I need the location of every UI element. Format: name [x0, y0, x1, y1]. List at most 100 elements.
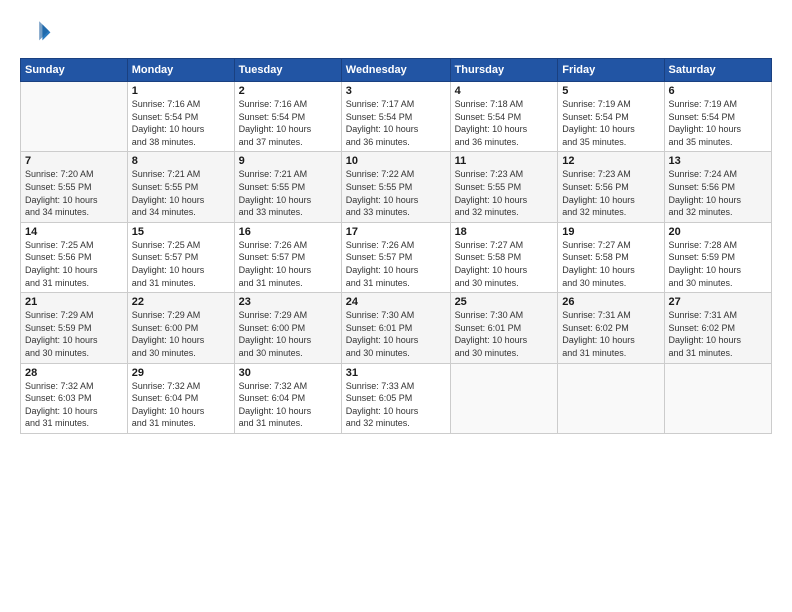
- day-info: Sunrise: 7:16 AM Sunset: 5:54 PM Dayligh…: [239, 98, 337, 148]
- day-number: 3: [346, 85, 446, 97]
- day-number: 15: [132, 226, 230, 238]
- day-number: 19: [562, 226, 659, 238]
- header-row: SundayMondayTuesdayWednesdayThursdayFrid…: [21, 59, 772, 82]
- day-cell: 10Sunrise: 7:22 AM Sunset: 5:55 PM Dayli…: [341, 152, 450, 222]
- day-info: Sunrise: 7:19 AM Sunset: 5:54 PM Dayligh…: [669, 98, 767, 148]
- week-row-3: 14Sunrise: 7:25 AM Sunset: 5:56 PM Dayli…: [21, 222, 772, 292]
- week-row-1: 1Sunrise: 7:16 AM Sunset: 5:54 PM Daylig…: [21, 82, 772, 152]
- day-info: Sunrise: 7:24 AM Sunset: 5:56 PM Dayligh…: [669, 168, 767, 218]
- day-info: Sunrise: 7:32 AM Sunset: 6:04 PM Dayligh…: [239, 380, 337, 430]
- day-info: Sunrise: 7:22 AM Sunset: 5:55 PM Dayligh…: [346, 168, 446, 218]
- day-number: 5: [562, 85, 659, 97]
- day-info: Sunrise: 7:33 AM Sunset: 6:05 PM Dayligh…: [346, 380, 446, 430]
- day-cell: 27Sunrise: 7:31 AM Sunset: 6:02 PM Dayli…: [664, 293, 771, 363]
- day-cell: [664, 363, 771, 433]
- day-cell: [450, 363, 558, 433]
- day-cell: 17Sunrise: 7:26 AM Sunset: 5:57 PM Dayli…: [341, 222, 450, 292]
- page: SundayMondayTuesdayWednesdayThursdayFrid…: [0, 0, 792, 612]
- day-info: Sunrise: 7:31 AM Sunset: 6:02 PM Dayligh…: [562, 309, 659, 359]
- day-cell: 19Sunrise: 7:27 AM Sunset: 5:58 PM Dayli…: [558, 222, 664, 292]
- logo-icon: [20, 18, 52, 50]
- day-info: Sunrise: 7:23 AM Sunset: 5:55 PM Dayligh…: [455, 168, 554, 218]
- week-row-4: 21Sunrise: 7:29 AM Sunset: 5:59 PM Dayli…: [21, 293, 772, 363]
- day-cell: 14Sunrise: 7:25 AM Sunset: 5:56 PM Dayli…: [21, 222, 128, 292]
- day-info: Sunrise: 7:32 AM Sunset: 6:03 PM Dayligh…: [25, 380, 123, 430]
- day-cell: 2Sunrise: 7:16 AM Sunset: 5:54 PM Daylig…: [234, 82, 341, 152]
- day-info: Sunrise: 7:25 AM Sunset: 5:56 PM Dayligh…: [25, 239, 123, 289]
- day-cell: 1Sunrise: 7:16 AM Sunset: 5:54 PM Daylig…: [127, 82, 234, 152]
- day-cell: 8Sunrise: 7:21 AM Sunset: 5:55 PM Daylig…: [127, 152, 234, 222]
- week-row-2: 7Sunrise: 7:20 AM Sunset: 5:55 PM Daylig…: [21, 152, 772, 222]
- day-cell: 12Sunrise: 7:23 AM Sunset: 5:56 PM Dayli…: [558, 152, 664, 222]
- day-info: Sunrise: 7:30 AM Sunset: 6:01 PM Dayligh…: [455, 309, 554, 359]
- day-cell: 26Sunrise: 7:31 AM Sunset: 6:02 PM Dayli…: [558, 293, 664, 363]
- day-info: Sunrise: 7:32 AM Sunset: 6:04 PM Dayligh…: [132, 380, 230, 430]
- day-cell: 13Sunrise: 7:24 AM Sunset: 5:56 PM Dayli…: [664, 152, 771, 222]
- day-cell: 21Sunrise: 7:29 AM Sunset: 5:59 PM Dayli…: [21, 293, 128, 363]
- day-cell: 31Sunrise: 7:33 AM Sunset: 6:05 PM Dayli…: [341, 363, 450, 433]
- day-cell: 4Sunrise: 7:18 AM Sunset: 5:54 PM Daylig…: [450, 82, 558, 152]
- day-cell: 7Sunrise: 7:20 AM Sunset: 5:55 PM Daylig…: [21, 152, 128, 222]
- day-cell: 25Sunrise: 7:30 AM Sunset: 6:01 PM Dayli…: [450, 293, 558, 363]
- day-number: 30: [239, 367, 337, 379]
- day-cell: 5Sunrise: 7:19 AM Sunset: 5:54 PM Daylig…: [558, 82, 664, 152]
- day-number: 14: [25, 226, 123, 238]
- day-info: Sunrise: 7:31 AM Sunset: 6:02 PM Dayligh…: [669, 309, 767, 359]
- col-header-thursday: Thursday: [450, 59, 558, 82]
- day-info: Sunrise: 7:18 AM Sunset: 5:54 PM Dayligh…: [455, 98, 554, 148]
- day-number: 1: [132, 85, 230, 97]
- day-cell: 11Sunrise: 7:23 AM Sunset: 5:55 PM Dayli…: [450, 152, 558, 222]
- day-info: Sunrise: 7:21 AM Sunset: 5:55 PM Dayligh…: [132, 168, 230, 218]
- day-info: Sunrise: 7:20 AM Sunset: 5:55 PM Dayligh…: [25, 168, 123, 218]
- day-cell: 24Sunrise: 7:30 AM Sunset: 6:01 PM Dayli…: [341, 293, 450, 363]
- day-cell: 29Sunrise: 7:32 AM Sunset: 6:04 PM Dayli…: [127, 363, 234, 433]
- col-header-sunday: Sunday: [21, 59, 128, 82]
- day-cell: [558, 363, 664, 433]
- day-number: 22: [132, 296, 230, 308]
- day-number: 11: [455, 155, 554, 167]
- day-cell: 20Sunrise: 7:28 AM Sunset: 5:59 PM Dayli…: [664, 222, 771, 292]
- day-cell: 6Sunrise: 7:19 AM Sunset: 5:54 PM Daylig…: [664, 82, 771, 152]
- day-info: Sunrise: 7:30 AM Sunset: 6:01 PM Dayligh…: [346, 309, 446, 359]
- day-number: 16: [239, 226, 337, 238]
- day-number: 23: [239, 296, 337, 308]
- day-number: 12: [562, 155, 659, 167]
- day-info: Sunrise: 7:21 AM Sunset: 5:55 PM Dayligh…: [239, 168, 337, 218]
- day-info: Sunrise: 7:16 AM Sunset: 5:54 PM Dayligh…: [132, 98, 230, 148]
- day-info: Sunrise: 7:27 AM Sunset: 5:58 PM Dayligh…: [562, 239, 659, 289]
- day-number: 24: [346, 296, 446, 308]
- day-info: Sunrise: 7:19 AM Sunset: 5:54 PM Dayligh…: [562, 98, 659, 148]
- col-header-saturday: Saturday: [664, 59, 771, 82]
- day-info: Sunrise: 7:17 AM Sunset: 5:54 PM Dayligh…: [346, 98, 446, 148]
- day-info: Sunrise: 7:29 AM Sunset: 6:00 PM Dayligh…: [132, 309, 230, 359]
- day-number: 8: [132, 155, 230, 167]
- header: [20, 18, 772, 50]
- day-number: 7: [25, 155, 123, 167]
- day-number: 26: [562, 296, 659, 308]
- day-number: 13: [669, 155, 767, 167]
- col-header-monday: Monday: [127, 59, 234, 82]
- day-cell: [21, 82, 128, 152]
- day-info: Sunrise: 7:25 AM Sunset: 5:57 PM Dayligh…: [132, 239, 230, 289]
- day-number: 25: [455, 296, 554, 308]
- col-header-tuesday: Tuesday: [234, 59, 341, 82]
- day-number: 20: [669, 226, 767, 238]
- day-number: 28: [25, 367, 123, 379]
- week-row-5: 28Sunrise: 7:32 AM Sunset: 6:03 PM Dayli…: [21, 363, 772, 433]
- day-info: Sunrise: 7:29 AM Sunset: 6:00 PM Dayligh…: [239, 309, 337, 359]
- calendar: SundayMondayTuesdayWednesdayThursdayFrid…: [20, 58, 772, 434]
- day-cell: 30Sunrise: 7:32 AM Sunset: 6:04 PM Dayli…: [234, 363, 341, 433]
- logo: [20, 18, 56, 50]
- day-number: 29: [132, 367, 230, 379]
- day-cell: 22Sunrise: 7:29 AM Sunset: 6:00 PM Dayli…: [127, 293, 234, 363]
- day-info: Sunrise: 7:27 AM Sunset: 5:58 PM Dayligh…: [455, 239, 554, 289]
- day-cell: 18Sunrise: 7:27 AM Sunset: 5:58 PM Dayli…: [450, 222, 558, 292]
- day-cell: 28Sunrise: 7:32 AM Sunset: 6:03 PM Dayli…: [21, 363, 128, 433]
- day-info: Sunrise: 7:26 AM Sunset: 5:57 PM Dayligh…: [346, 239, 446, 289]
- day-number: 27: [669, 296, 767, 308]
- day-number: 17: [346, 226, 446, 238]
- day-cell: 9Sunrise: 7:21 AM Sunset: 5:55 PM Daylig…: [234, 152, 341, 222]
- day-info: Sunrise: 7:26 AM Sunset: 5:57 PM Dayligh…: [239, 239, 337, 289]
- day-number: 10: [346, 155, 446, 167]
- day-number: 4: [455, 85, 554, 97]
